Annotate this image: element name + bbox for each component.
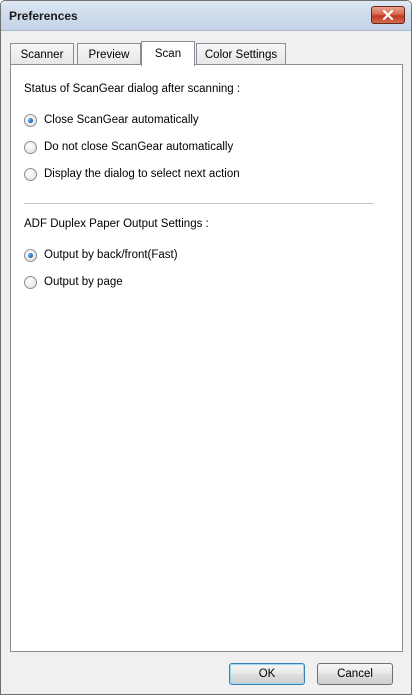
tab-strip: Scanner Preview Scan Color Settings — [10, 41, 402, 66]
adf-group-label: ADF Duplex Paper Output Settings : — [24, 218, 209, 230]
cancel-button[interactable]: Cancel — [317, 663, 393, 685]
tab-scanner[interactable]: Scanner — [10, 43, 74, 65]
close-icon — [382, 10, 394, 20]
preferences-dialog: Preferences Scanner Preview Scan Color S… — [0, 0, 412, 695]
radio-output-back-front[interactable]: Output by back/front(Fast) — [24, 247, 178, 263]
radio-label: Do not close ScanGear automatically — [44, 141, 234, 153]
title-bar[interactable]: Preferences — [1, 1, 411, 31]
radio-close-scangear[interactable]: Close ScanGear automatically — [24, 112, 199, 128]
radio-display-dialog[interactable]: Display the dialog to select next action — [24, 166, 240, 182]
radio-label: Display the dialog to select next action — [44, 168, 240, 180]
radio-button[interactable] — [24, 275, 37, 289]
radio-output-by-page[interactable]: Output by page — [24, 274, 123, 290]
group-separator — [24, 203, 374, 205]
window-title: Preferences — [9, 9, 78, 23]
radio-button[interactable] — [24, 140, 37, 154]
tab-color-settings[interactable]: Color Settings — [196, 43, 286, 65]
radio-label: Output by page — [44, 276, 123, 288]
radio-label: Output by back/front(Fast) — [44, 249, 178, 261]
radio-label: Close ScanGear automatically — [44, 114, 199, 126]
radio-button[interactable] — [24, 167, 37, 181]
radio-button[interactable] — [24, 248, 37, 262]
ok-button[interactable]: OK — [229, 663, 305, 685]
radio-do-not-close[interactable]: Do not close ScanGear automatically — [24, 139, 233, 155]
tab-scan[interactable]: Scan — [141, 41, 195, 66]
status-group-label: Status of ScanGear dialog after scanning… — [24, 83, 241, 95]
close-button[interactable] — [371, 6, 405, 24]
radio-button[interactable] — [24, 113, 37, 127]
tab-preview[interactable]: Preview — [77, 43, 141, 65]
